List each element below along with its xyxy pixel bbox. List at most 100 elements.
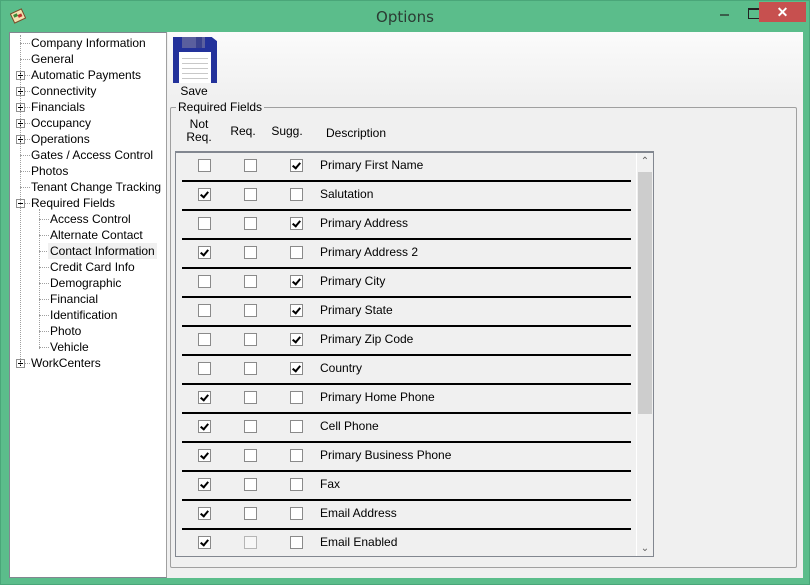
required-checkbox[interactable] [244,449,257,462]
tree-item[interactable]: Financials [10,99,166,115]
required-checkbox[interactable] [244,507,257,520]
not-required-checkbox[interactable] [198,188,211,201]
required-checkbox[interactable] [244,362,257,375]
table-row: Fax [176,472,631,501]
required-checkbox[interactable] [244,304,257,317]
not-required-checkbox[interactable] [198,391,211,404]
suggested-checkbox[interactable] [290,507,303,520]
field-description: Primary Home Phone [320,390,435,404]
tree-item[interactable]: Financial [10,291,166,307]
tree-item[interactable]: Identification [10,307,166,323]
tree-item-label: Automatic Payments [31,68,142,82]
tree-item-label: General [31,52,74,66]
tree-item[interactable]: Automatic Payments [10,67,166,83]
window-title: Options [376,8,434,26]
vertical-scrollbar[interactable]: ⌃ ⌄ [636,153,653,556]
options-window: Options ✕ Company Information General Auto… [0,0,810,585]
not-required-checkbox[interactable] [198,333,211,346]
not-required-checkbox[interactable] [198,536,211,549]
suggested-checkbox[interactable] [290,159,303,172]
tree-item[interactable]: Vehicle [10,339,166,355]
not-required-checkbox[interactable] [198,246,211,259]
table-row: Primary First Name [176,153,631,182]
tree-item[interactable]: Contact Information [10,243,166,259]
suggested-checkbox[interactable] [290,246,303,259]
scroll-down-icon[interactable]: ⌄ [637,540,653,556]
tree-item[interactable]: Required Fields [10,195,166,211]
tree-item-label: Tenant Change Tracking [31,180,162,194]
tree-item[interactable]: Connectivity [10,83,166,99]
required-checkbox[interactable] [244,478,257,491]
suggested-checkbox[interactable] [290,217,303,230]
column-header-sugg: Sugg. [271,124,303,138]
floppy-disk-icon [173,37,217,83]
not-required-checkbox[interactable] [198,362,211,375]
field-description: Primary Zip Code [320,332,414,346]
save-button[interactable]: Save [171,34,217,98]
required-checkbox[interactable] [244,188,257,201]
table-row: Email Address [176,501,631,530]
tree-item-label: Gates / Access Control [31,148,154,162]
required-checkbox[interactable] [244,420,257,433]
not-required-checkbox[interactable] [198,420,211,433]
required-checkbox[interactable] [244,333,257,346]
suggested-checkbox[interactable] [290,420,303,433]
required-checkbox[interactable] [244,246,257,259]
title-bar: Options ✕ [1,1,809,32]
tree-item[interactable]: General [10,51,166,67]
table-row: Primary Home Phone [176,385,631,414]
field-description: Email Address [320,506,397,520]
not-req-line2: Req. [186,130,212,144]
table-row: Country [176,356,631,385]
required-checkbox[interactable] [244,536,257,549]
suggested-checkbox[interactable] [290,362,303,375]
tree-item-label: Company Information [31,36,146,50]
suggested-checkbox[interactable] [290,304,303,317]
not-required-checkbox[interactable] [198,304,211,317]
not-required-checkbox[interactable] [198,217,211,230]
suggested-checkbox[interactable] [290,536,303,549]
tree-item[interactable]: Demographic [10,275,166,291]
table-row: Primary Business Phone [176,443,631,472]
tree-item[interactable]: Gates / Access Control [10,147,166,163]
tree-item[interactable]: Photo [10,323,166,339]
scroll-up-icon[interactable]: ⌃ [637,153,653,170]
not-required-checkbox[interactable] [198,449,211,462]
tree-item-label: Demographic [50,276,122,290]
table-row: Primary State [176,298,631,327]
tree-item[interactable]: Credit Card Info [10,259,166,275]
tree-item[interactable]: Occupancy [10,115,166,131]
suggested-checkbox[interactable] [290,275,303,288]
suggested-checkbox[interactable] [290,188,303,201]
tree-item-label: Alternate Contact [50,228,143,242]
tree-item[interactable]: Access Control [10,211,166,227]
required-checkbox[interactable] [244,217,257,230]
required-checkbox[interactable] [244,391,257,404]
not-required-checkbox[interactable] [198,275,211,288]
tree-item[interactable]: Photos [10,163,166,179]
suggested-checkbox[interactable] [290,333,303,346]
tree-item-label: Contact Information [48,243,157,259]
suggested-checkbox[interactable] [290,449,303,462]
not-required-checkbox[interactable] [198,478,211,491]
suggested-checkbox[interactable] [290,391,303,404]
scroll-thumb[interactable] [638,172,652,414]
tree-item[interactable]: Operations [10,131,166,147]
tree-item-label: Photos [31,164,69,178]
tree-item[interactable]: Company Information [10,35,166,51]
tree-item[interactable]: Alternate Contact [10,227,166,243]
tree-item-label: Identification [50,308,118,322]
not-required-checkbox[interactable] [198,507,211,520]
options-tree[interactable]: Company Information General Automatic Paym… [9,32,167,578]
required-checkbox[interactable] [244,159,257,172]
not-required-checkbox[interactable] [198,159,211,172]
client-area: Company Information General Automatic Paym… [9,32,803,578]
required-fields-list: Primary First Name Salutation Primary Addr… [175,151,654,557]
minimize-button[interactable] [711,2,739,22]
close-button[interactable]: ✕ [759,2,806,22]
suggested-checkbox[interactable] [290,478,303,491]
field-description: Primary City [320,274,386,288]
tree-item[interactable]: Tenant Change Tracking [10,179,166,195]
required-checkbox[interactable] [244,275,257,288]
tree-item[interactable]: WorkCenters [10,355,166,371]
